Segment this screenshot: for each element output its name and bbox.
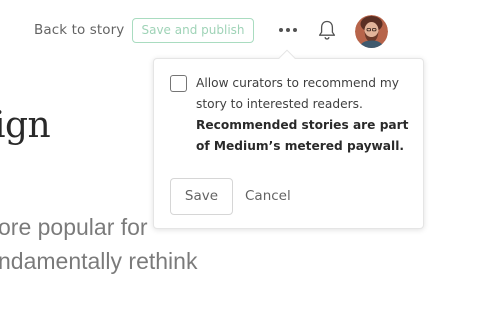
article-body-line: ndamentally rethink xyxy=(0,248,198,274)
avatar-image xyxy=(355,15,388,48)
bell-icon xyxy=(318,20,336,40)
save-button[interactable]: Save xyxy=(170,178,233,215)
more-dot xyxy=(286,28,290,32)
more-dot xyxy=(293,28,297,32)
notifications-button[interactable] xyxy=(316,18,338,42)
article-title-fragment: ign xyxy=(0,105,51,146)
paywall-notice: Recommended stories are part of Medium’s… xyxy=(196,118,409,153)
recommend-description: Allow curators to recommend my story to … xyxy=(196,73,416,157)
more-options-button[interactable] xyxy=(276,19,300,41)
article-body-line: ore popular for xyxy=(0,214,148,240)
more-dot xyxy=(279,28,283,32)
recommend-text: Allow curators to recommend my story to … xyxy=(196,76,399,111)
back-to-story-link[interactable]: Back to story xyxy=(34,22,124,38)
user-avatar[interactable] xyxy=(355,15,388,48)
cancel-button[interactable]: Cancel xyxy=(245,188,291,204)
recommend-checkbox[interactable] xyxy=(170,75,187,92)
save-and-publish-button[interactable]: Save and publish xyxy=(132,18,254,43)
publish-options-popover: Allow curators to recommend my story to … xyxy=(153,58,424,229)
editor-page: Back to story Save and publish ign ore p… xyxy=(0,0,490,336)
